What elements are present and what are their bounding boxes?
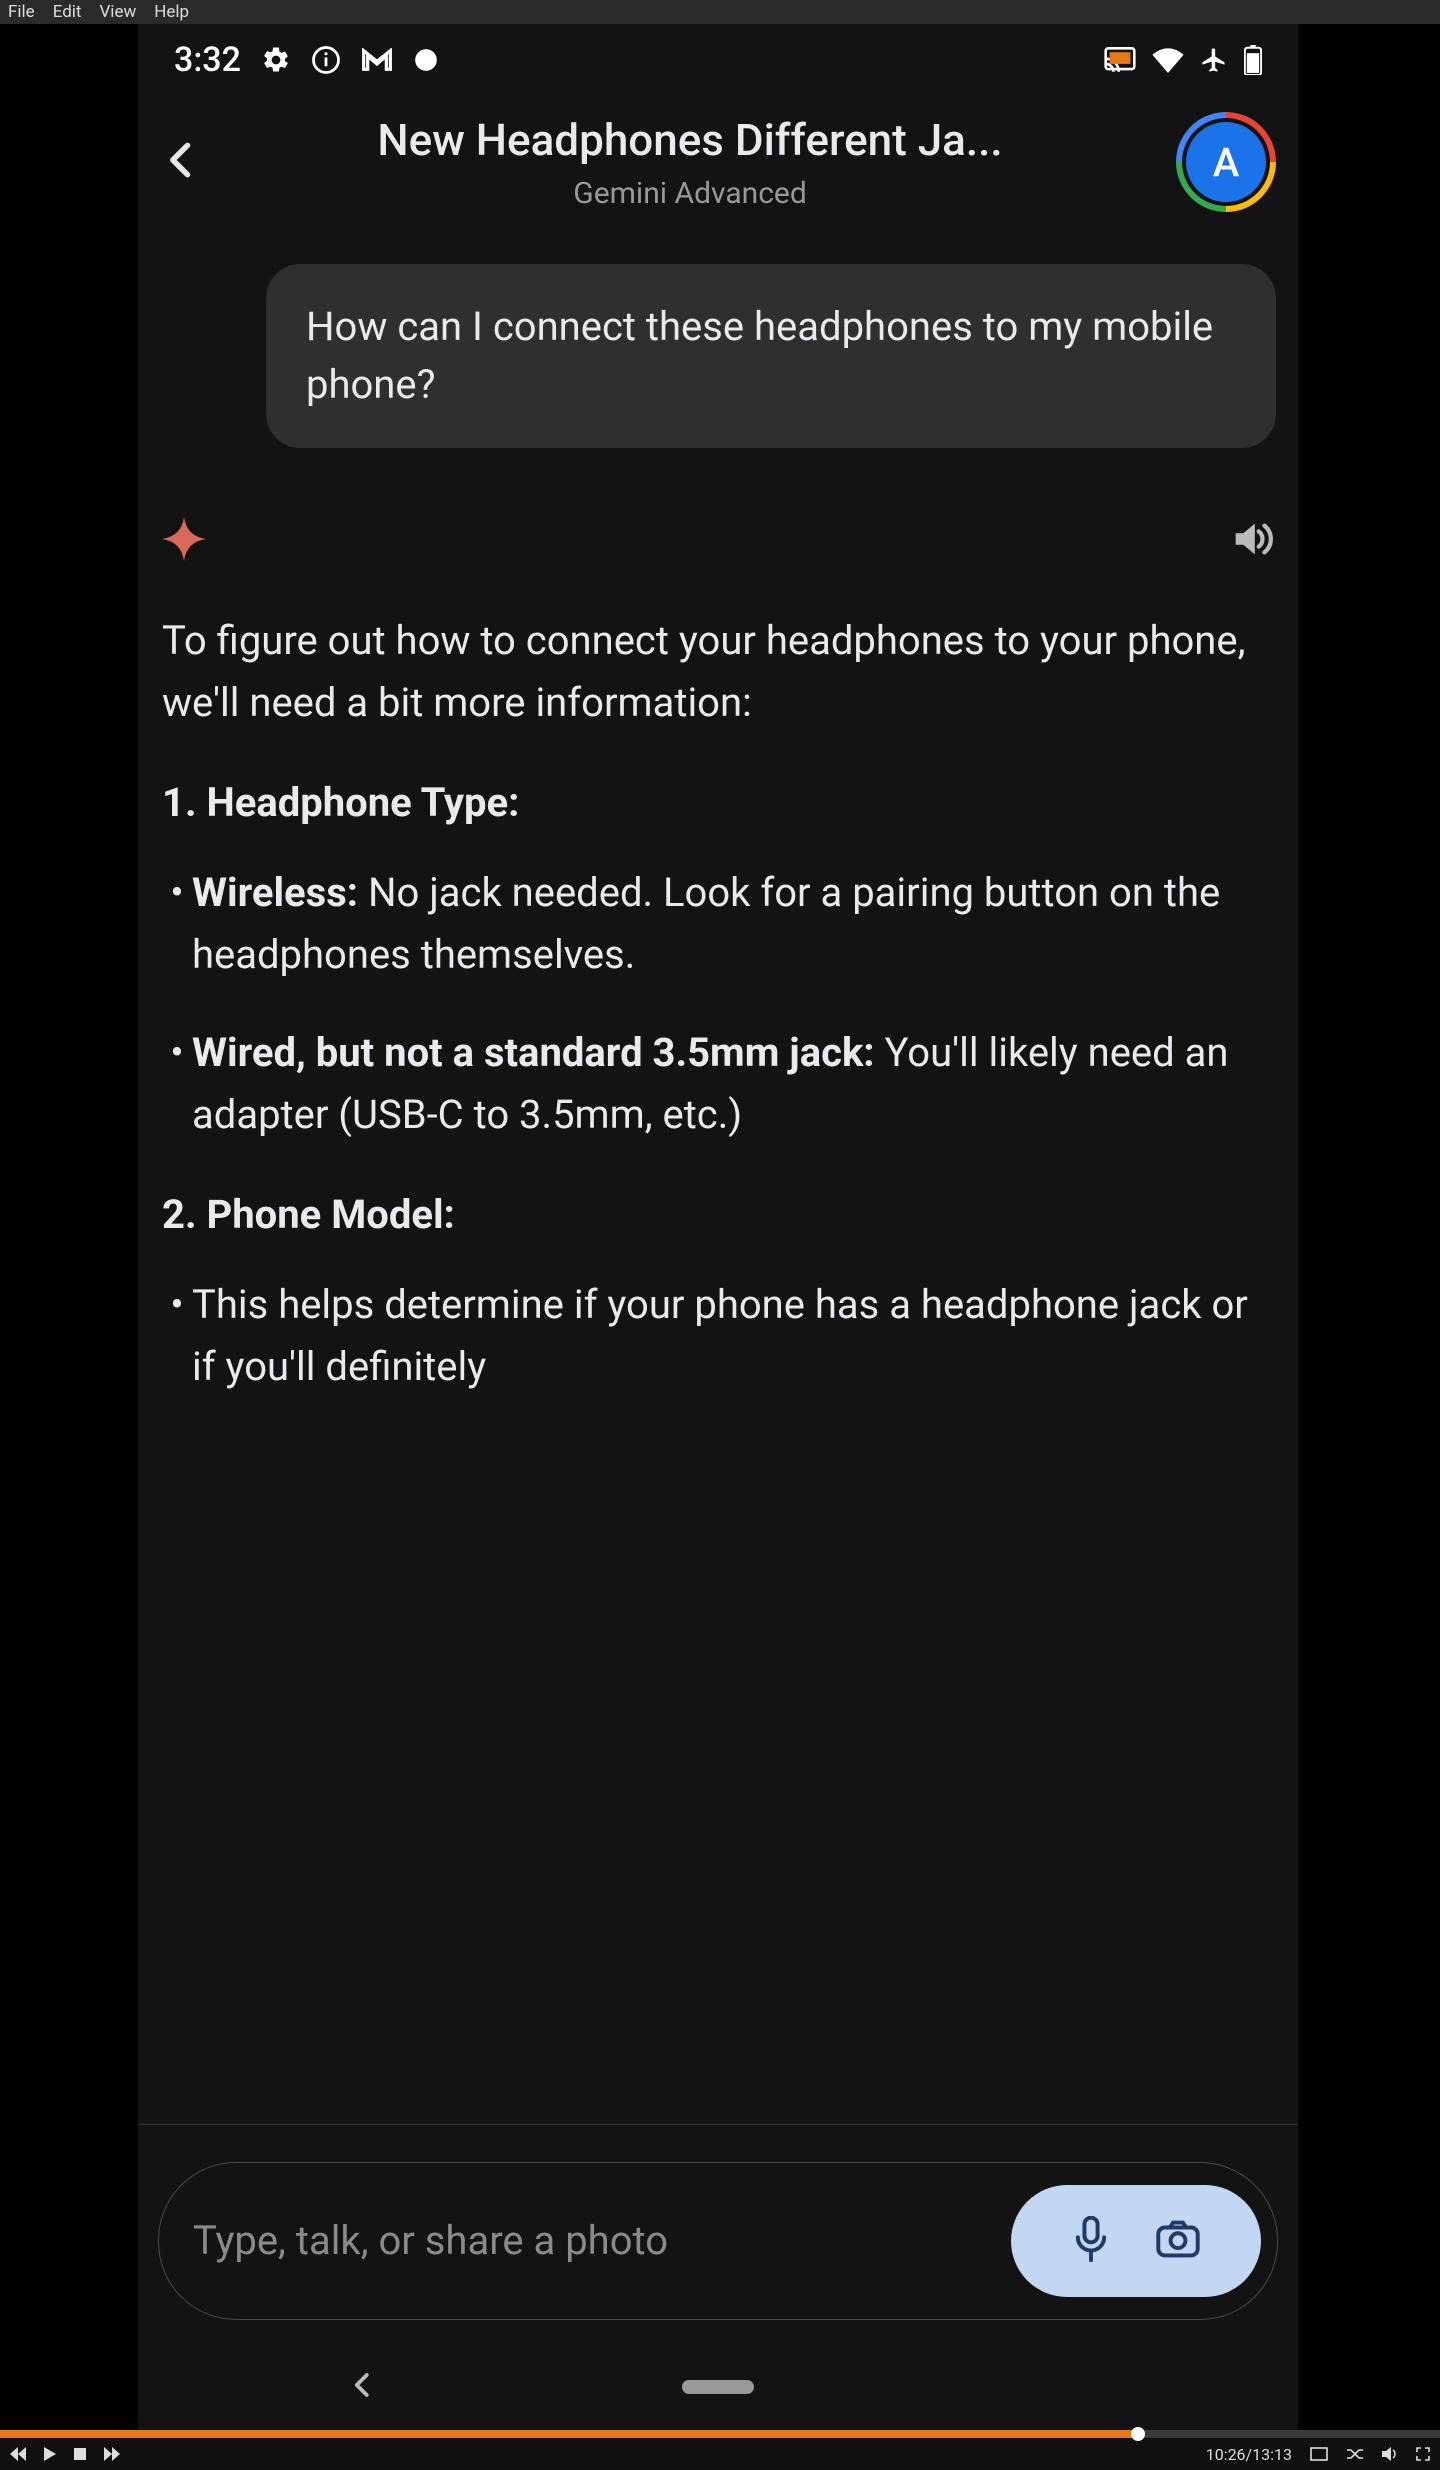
app-header: New Headphones Different Ja... Gemini Ad… — [138, 96, 1298, 242]
chat-subtitle: Gemini Advanced — [573, 176, 806, 211]
list-item: • This helps determine if your phone has… — [162, 1274, 1274, 1398]
menu-edit[interactable]: Edit — [53, 2, 82, 22]
camera-button[interactable] — [1155, 2219, 1201, 2263]
app-menubar: File Edit View Help — [0, 0, 1440, 24]
spark-icon — [162, 517, 206, 565]
status-time: 3:32 — [174, 40, 241, 80]
info-icon — [311, 45, 341, 75]
seek-thumb[interactable] — [1131, 2427, 1145, 2441]
bullet-text: This helps determine if your phone has a… — [192, 1281, 1248, 1390]
bullet-bold: Wired, but not a standard 3.5mm jack: — [192, 1029, 875, 1076]
wifi-icon — [1152, 47, 1184, 73]
response-intro: To figure out how to connect your headph… — [162, 610, 1274, 734]
chat-title: New Headphones Different Ja... — [377, 114, 1002, 166]
nav-home-pill[interactable] — [682, 2380, 754, 2394]
airplane-icon — [1200, 46, 1228, 74]
menu-help[interactable]: Help — [154, 2, 189, 22]
media-player-bar: 10:26/13:13 — [0, 2430, 1440, 2470]
skip-forward-button[interactable] — [104, 2447, 120, 2461]
speaker-button[interactable] — [1228, 516, 1274, 566]
volume-button[interactable] — [1382, 2447, 1398, 2461]
list-item: • Wired, but not a standard 3.5mm jack: … — [162, 1022, 1274, 1146]
skip-back-button[interactable] — [10, 2447, 26, 2461]
input-placeholder: Type, talk, or share a photo — [193, 2216, 1011, 2266]
phone-frame: 3:32 — [138, 24, 1298, 2430]
message-input[interactable]: Type, talk, or share a photo — [158, 2162, 1278, 2320]
android-nav-bar — [138, 2344, 1298, 2430]
fullscreen-button[interactable] — [1416, 2447, 1430, 2461]
assistant-header-row — [138, 508, 1298, 610]
shuffle-button[interactable] — [1346, 2447, 1364, 2461]
user-message: How can I connect these headphones to my… — [266, 264, 1276, 448]
aspect-button[interactable] — [1310, 2447, 1328, 2461]
play-button[interactable] — [44, 2447, 56, 2461]
seek-bar[interactable] — [0, 2430, 1440, 2438]
menu-view[interactable]: View — [99, 2, 136, 22]
nav-back-button[interactable] — [348, 2370, 378, 2404]
profile-avatar[interactable]: A — [1176, 112, 1276, 212]
response-heading-2: 2. Phone Model: — [162, 1184, 1274, 1246]
stop-button[interactable] — [74, 2448, 86, 2460]
playback-time: 10:26/13:13 — [1206, 2445, 1292, 2464]
bullet-bold: Wireless: — [192, 869, 358, 916]
android-status-bar: 3:32 — [138, 24, 1298, 96]
cast-icon — [1104, 47, 1136, 73]
back-button[interactable] — [160, 138, 204, 186]
avatar-letter: A — [1186, 122, 1266, 202]
input-actions — [1011, 2185, 1261, 2297]
menu-file[interactable]: File — [8, 2, 35, 22]
dot-icon — [413, 47, 439, 73]
list-item: • Wireless: No jack needed. Look for a p… — [162, 862, 1274, 986]
battery-icon — [1244, 45, 1262, 75]
assistant-response: To figure out how to connect your headph… — [138, 610, 1298, 1398]
response-heading-1: 1. Headphone Type: — [162, 772, 1274, 834]
input-area: Type, talk, or share a photo — [138, 2162, 1298, 2320]
input-divider — [138, 2124, 1298, 2125]
screen-root: File Edit View Help 3:32 — [0, 0, 1440, 2470]
mic-button[interactable] — [1071, 2216, 1111, 2266]
settings-icon — [261, 45, 291, 75]
gmail-icon — [361, 48, 393, 72]
